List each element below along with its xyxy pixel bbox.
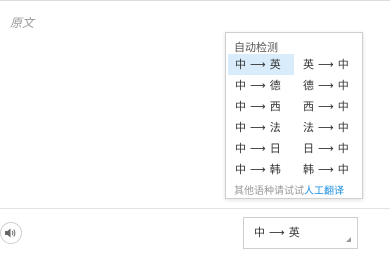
human-translation-link[interactable]: 人工翻译: [304, 186, 344, 197]
pair-to: 法: [269, 121, 281, 134]
arrow-right-icon: ⟶: [318, 58, 334, 71]
arrow-right-icon: ⟶: [318, 100, 334, 113]
pair-to: 西: [269, 100, 281, 113]
pair-to: 日: [269, 142, 281, 155]
lang-pair-es-zh[interactable]: 西 ⟶ 中: [296, 96, 362, 117]
footer-text: 其他语种请试试: [234, 186, 304, 197]
lang-pair-zh-en[interactable]: 中 ⟶ 英: [228, 54, 294, 75]
auto-detect-option[interactable]: 自动检测: [234, 39, 278, 55]
pair-to: 中: [337, 100, 349, 113]
lang-pair-zh-ko[interactable]: 中 ⟶ 韩: [228, 159, 294, 180]
pair-from: 中: [235, 142, 246, 155]
select-from: 中: [254, 226, 265, 239]
lang-pair-zh-de[interactable]: 中 ⟶ 德: [228, 75, 294, 96]
pair-from: 中: [235, 163, 246, 176]
lang-pair-ja-zh[interactable]: 日 ⟶ 中: [296, 138, 362, 159]
pair-from: 英: [303, 58, 314, 71]
lang-pair-fr-zh[interactable]: 法 ⟶ 中: [296, 117, 362, 138]
pair-from: 中: [235, 121, 246, 134]
caret-down-icon: [346, 237, 351, 242]
language-pair-popup: 自动检测 中 ⟶ 英 英 ⟶ 中 中 ⟶ 德 德 ⟶ 中 中 ⟶ 西 西 ⟶ 中 中 ⟶ 法 法 ⟶ 中 中 ⟶ 日…: [225, 32, 363, 199]
arrow-right-icon: ⟶: [318, 121, 334, 134]
pair-from: 法: [303, 121, 314, 134]
lang-pair-de-zh[interactable]: 德 ⟶ 中: [296, 75, 362, 96]
select-to: 英: [288, 226, 300, 239]
pair-from: 日: [303, 142, 314, 155]
lang-pair-zh-es[interactable]: 中 ⟶ 西: [228, 96, 294, 117]
pair-from: 中: [235, 58, 246, 71]
pair-to: 德: [269, 79, 281, 92]
pair-to: 中: [337, 79, 349, 92]
pair-from: 西: [303, 100, 314, 113]
arrow-right-icon: ⟶: [250, 121, 266, 134]
speaker-button[interactable]: [0, 222, 22, 244]
arrow-right-icon: ⟶: [250, 58, 266, 71]
pair-from: 中: [235, 100, 246, 113]
pair-to: 中: [337, 163, 349, 176]
speaker-icon: [5, 228, 16, 238]
source-placeholder: 原文: [10, 16, 35, 30]
pair-to: 中: [337, 121, 349, 134]
lang-pair-ko-zh[interactable]: 韩 ⟶ 中: [296, 159, 362, 180]
popup-footer: 其他语种请试试人工翻译: [234, 182, 344, 197]
arrow-right-icon: ⟶: [318, 142, 334, 155]
lang-pair-zh-fr[interactable]: 中 ⟶ 法: [228, 117, 294, 138]
arrow-right-icon: ⟶: [318, 79, 334, 92]
language-pair-select[interactable]: 中 ⟶ 英: [243, 217, 358, 249]
arrow-right-icon: ⟶: [250, 163, 266, 176]
pair-to: 英: [269, 58, 281, 71]
pair-to: 中: [337, 142, 349, 155]
pair-from: 中: [235, 79, 246, 92]
arrow-right-icon: ⟶: [250, 100, 266, 113]
pair-from: 韩: [303, 163, 314, 176]
lang-pair-en-zh[interactable]: 英 ⟶ 中: [296, 54, 362, 75]
arrow-right-icon: ⟶: [250, 142, 266, 155]
bottom-divider: [0, 208, 390, 209]
arrow-right-icon: ⟶: [318, 163, 334, 176]
pair-to: 韩: [269, 163, 281, 176]
arrow-right-icon: ⟶: [269, 226, 285, 239]
lang-pair-zh-ja[interactable]: 中 ⟶ 日: [228, 138, 294, 159]
pair-to: 中: [337, 58, 349, 71]
pair-from: 德: [303, 79, 314, 92]
arrow-right-icon: ⟶: [250, 79, 266, 92]
